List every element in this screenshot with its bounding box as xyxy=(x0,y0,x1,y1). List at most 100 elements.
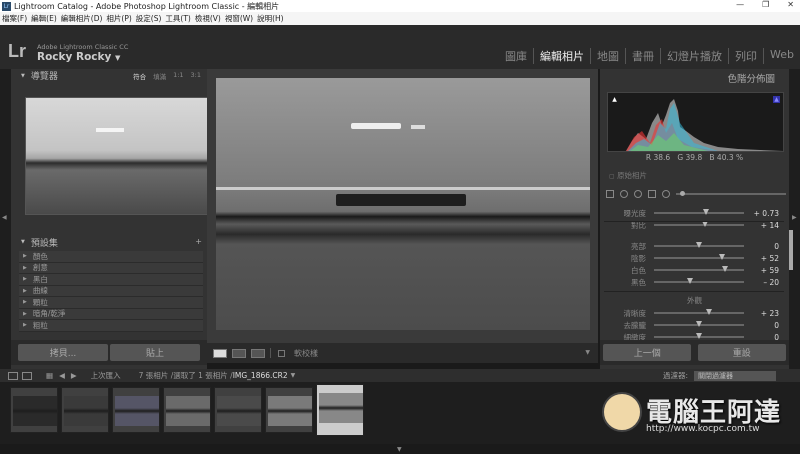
adjustment-slider[interactable] xyxy=(654,221,744,227)
minimize-icon[interactable]: — xyxy=(736,0,744,9)
right-panel-scrollbar[interactable] xyxy=(789,230,793,270)
filmstrip-thumbnail[interactable] xyxy=(316,384,364,436)
arrow-down-icon[interactable]: ▼ xyxy=(397,446,402,453)
chevron-down-icon[interactable]: ▼ xyxy=(291,372,296,379)
brush-slider[interactable] xyxy=(676,191,786,196)
photo-preview[interactable] xyxy=(216,78,590,330)
adjustment-slider[interactable] xyxy=(654,309,744,315)
adjustment-slider[interactable] xyxy=(654,209,744,215)
filmstrip-thumbnail[interactable] xyxy=(163,387,211,433)
crop-icon[interactable] xyxy=(606,190,614,198)
module-slideshow[interactable]: 幻燈片播放 xyxy=(661,48,730,64)
slider-knob[interactable] xyxy=(722,266,729,272)
module-book[interactable]: 書冊 xyxy=(626,48,662,64)
preset-folder[interactable]: ▶ 暗角/乾淨 xyxy=(19,308,203,320)
adjustment-slider[interactable] xyxy=(654,266,744,272)
module-library[interactable]: 圖庫 xyxy=(499,48,535,64)
module-map[interactable]: 地圖 xyxy=(591,48,627,64)
main-window-icon[interactable] xyxy=(8,371,18,380)
soft-proof-label[interactable]: 軟校樣 xyxy=(294,348,318,359)
menu-help[interactable]: 說明(H) xyxy=(257,13,284,24)
zoom-fit[interactable]: 符合 xyxy=(133,71,146,81)
filmstrip-source[interactable]: 上次匯入 xyxy=(91,370,121,381)
menu-file[interactable]: 檔案(F) xyxy=(2,13,27,24)
adjustment-value[interactable]: 0 xyxy=(774,242,779,251)
graduated-filter-icon[interactable] xyxy=(648,190,656,198)
preset-folder[interactable]: ▶ 黑白 xyxy=(19,274,203,286)
menu-edit[interactable]: 編輯(E) xyxy=(31,13,57,24)
menu-photo[interactable]: 相片(P) xyxy=(106,13,131,24)
left-panel-toggle[interactable]: ◀ xyxy=(0,69,11,369)
slider-knob[interactable] xyxy=(696,333,702,339)
add-preset-icon[interactable]: + xyxy=(195,237,202,246)
previous-button[interactable]: 上一個 xyxy=(603,344,692,361)
user-name[interactable]: Rocky Rocky ▼ xyxy=(37,51,120,63)
menu-tools[interactable]: 工具(T) xyxy=(165,13,190,24)
radial-filter-icon[interactable] xyxy=(662,190,670,198)
menu-settings[interactable]: 設定(S) xyxy=(136,13,162,24)
right-panel-toggle[interactable]: ▶ xyxy=(789,69,800,369)
slider-knob[interactable] xyxy=(705,309,712,315)
before-after-icon[interactable] xyxy=(232,348,246,358)
before-after-options-icon[interactable] xyxy=(251,348,265,358)
preset-folder[interactable]: ▶ 曲線 xyxy=(19,285,203,297)
adjustment-value[interactable]: – 20 xyxy=(763,278,779,287)
filter-select[interactable]: 關閉過濾器 xyxy=(694,370,776,381)
preset-folder[interactable]: ▶ 顏色 xyxy=(19,251,203,263)
loupe-view-icon[interactable] xyxy=(213,348,227,358)
filmstrip-thumbnail[interactable] xyxy=(214,387,262,433)
paste-settings-button[interactable]: 貼上 xyxy=(110,344,200,361)
histogram-title[interactable]: 色階分佈圖 xyxy=(727,71,775,85)
preset-folder[interactable]: ▶ 顆粒 xyxy=(19,297,203,309)
adjustment-slider[interactable] xyxy=(654,242,744,248)
adjustment-value[interactable]: + 52 xyxy=(761,254,779,263)
second-window-icon[interactable] xyxy=(22,371,32,380)
zoom-1-1[interactable]: 1:1 xyxy=(173,71,183,81)
adjustment-row: 陰影 + 52 xyxy=(600,252,789,264)
filmstrip-thumbnail[interactable] xyxy=(265,387,313,433)
adjustment-slider[interactable] xyxy=(654,321,744,327)
presets-header[interactable]: ▼ 預設集 xyxy=(11,235,207,249)
adjustment-slider[interactable] xyxy=(654,333,744,339)
maximize-icon[interactable]: ❐ xyxy=(762,0,769,9)
filmstrip-thumbnail[interactable] xyxy=(61,387,109,433)
navigator-preview[interactable] xyxy=(25,97,209,215)
adjustment-value[interactable]: + 59 xyxy=(761,266,779,275)
menu-view[interactable]: 檢視(V) xyxy=(195,13,221,24)
forward-arrow-icon[interactable]: ▶ xyxy=(71,371,77,380)
module-develop[interactable]: 編輯相片 xyxy=(534,48,592,64)
selected-filename[interactable]: IMG_1866.CR2 xyxy=(233,371,288,380)
preset-folder[interactable]: ▶ 創意 xyxy=(19,262,203,274)
checkbox-icon[interactable] xyxy=(278,349,285,357)
zoom-3-1[interactable]: 3:1 xyxy=(191,71,201,81)
adjustment-slider[interactable] xyxy=(654,278,744,284)
filmstrip-thumbnail[interactable] xyxy=(112,387,160,433)
slider-knob[interactable] xyxy=(696,242,702,248)
adjustment-slider[interactable] xyxy=(654,254,744,260)
filmstrip-thumbnail[interactable] xyxy=(10,387,58,433)
preset-folder[interactable]: ▶ 粗粒 xyxy=(19,320,203,332)
slider-knob[interactable] xyxy=(703,209,710,215)
menu-develop[interactable]: 編輯相片(D) xyxy=(61,13,103,24)
original-photo-toggle[interactable]: ▢ 原始相片 xyxy=(609,170,647,181)
spot-removal-icon[interactable] xyxy=(620,190,628,198)
histogram[interactable]: ▲ ▲ xyxy=(607,92,784,152)
back-arrow-icon[interactable]: ◀ xyxy=(59,371,65,380)
copy-settings-button[interactable]: 拷貝... xyxy=(18,344,108,361)
toolbar-options-icon[interactable]: ▼ xyxy=(585,349,590,356)
zoom-fill[interactable]: 填滿 xyxy=(153,71,166,81)
close-icon[interactable]: ✕ xyxy=(787,0,794,9)
grid-icon[interactable]: ▦ xyxy=(46,371,53,380)
module-web[interactable]: Web xyxy=(764,48,800,64)
watermark-url: http://www.kocpc.com.tw xyxy=(646,424,760,434)
adjustment-value[interactable]: 0 xyxy=(774,321,779,330)
menu-window[interactable]: 視窗(W) xyxy=(225,13,253,24)
reset-button[interactable]: 重設 xyxy=(697,344,786,361)
slider-knob[interactable] xyxy=(719,254,726,260)
module-print[interactable]: 列印 xyxy=(729,48,765,64)
slider-knob[interactable] xyxy=(696,321,702,327)
red-eye-icon[interactable] xyxy=(634,190,642,198)
slider-knob[interactable] xyxy=(687,278,693,284)
adjustment-value[interactable]: + 0.73 xyxy=(754,209,779,218)
adjustment-value[interactable]: + 23 xyxy=(761,309,779,318)
